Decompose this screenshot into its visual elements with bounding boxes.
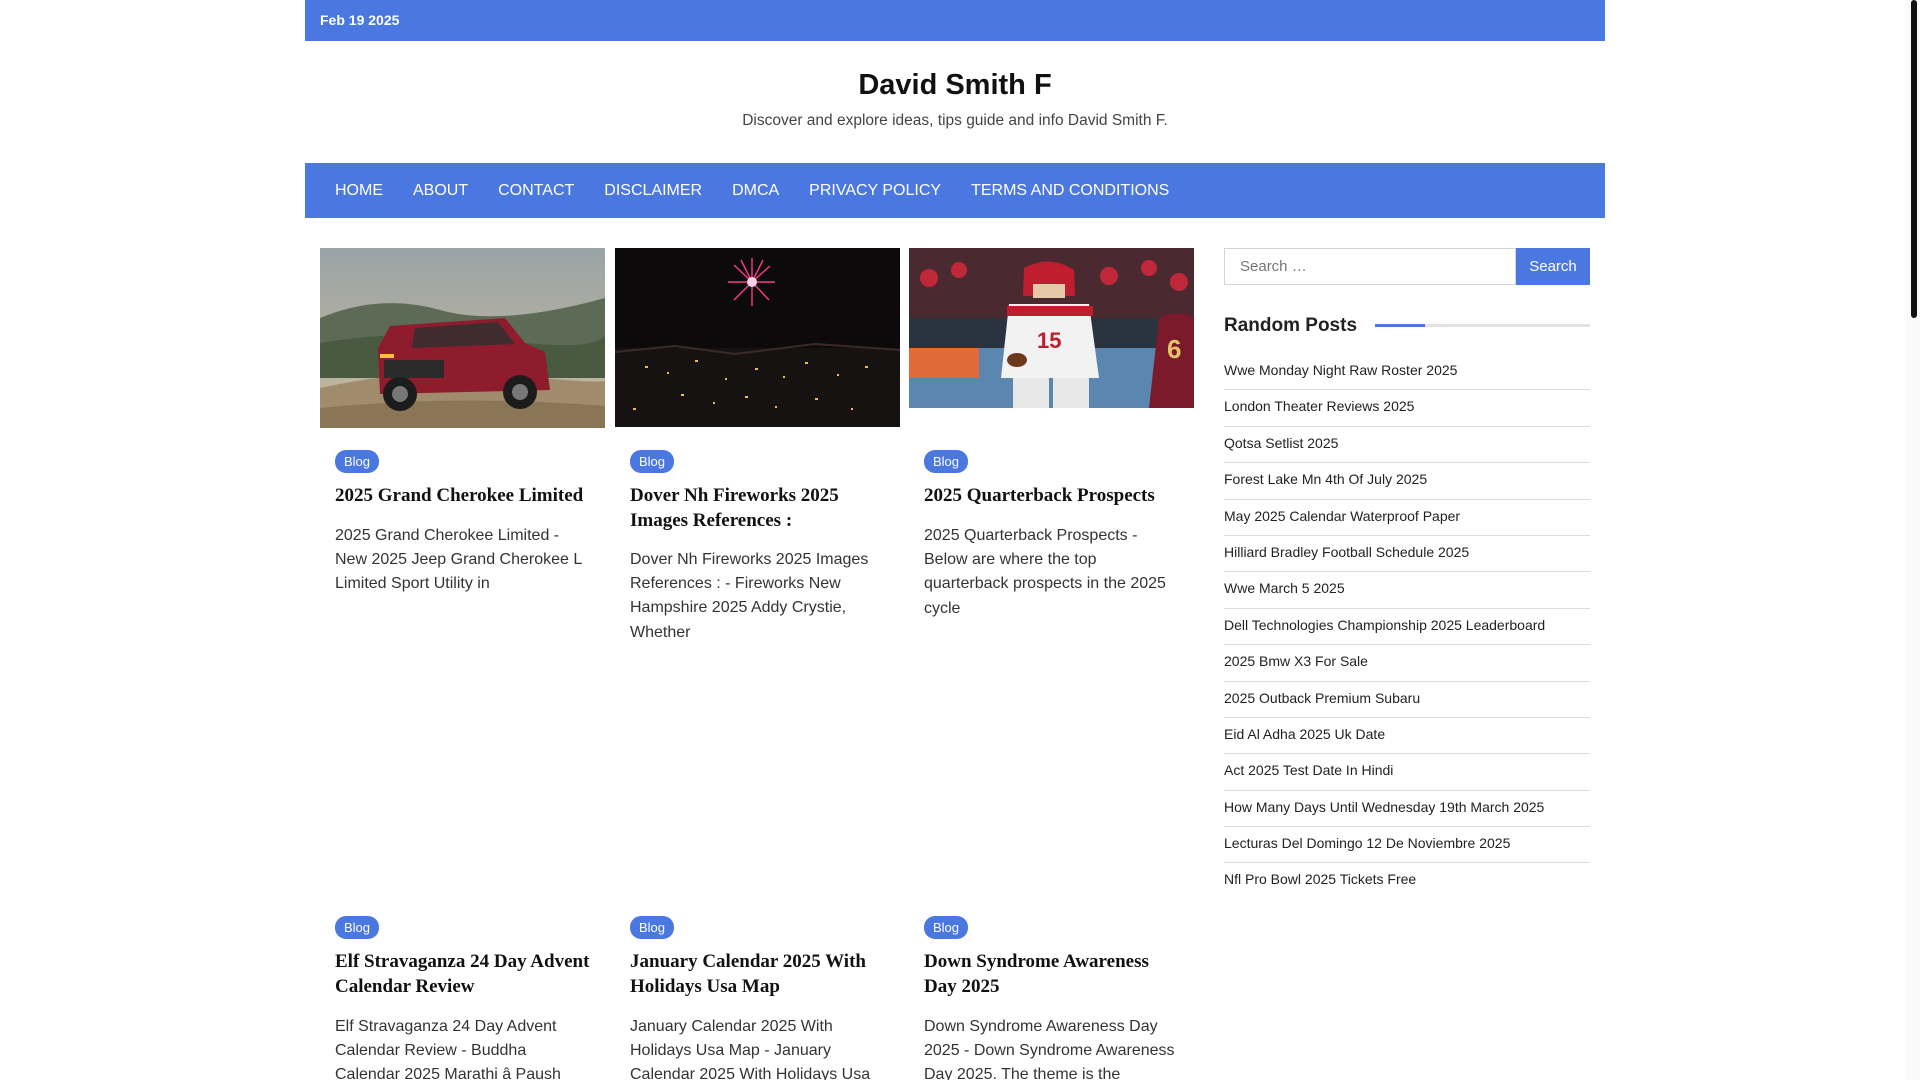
post-excerpt: Down Syndrome Awareness Day 2025 - Down … — [924, 1018, 1175, 1080]
random-post-link[interactable]: Wwe Monday Night Raw Roster 2025 — [1224, 354, 1590, 391]
post-excerpt: 2025 Grand Cherokee Limited - New 2025 J… — [335, 527, 582, 593]
random-post-link[interactable]: May 2025 Calendar Waterproof Paper — [1224, 500, 1590, 536]
fireworks-over-city-photo — [615, 248, 900, 427]
random-post-link[interactable]: 2025 Outback Premium Subaru — [1224, 682, 1590, 718]
random-post-link[interactable]: Wwe March 5 2025 — [1224, 572, 1590, 609]
post-excerpt: Dover Nh Fireworks 2025 Images Reference… — [630, 551, 869, 641]
category-badge[interactable]: Blog — [630, 450, 675, 473]
post-title[interactable]: 2025 Grand Cherokee Limited — [335, 484, 597, 509]
post-title[interactable]: January Calendar 2025 With Holidays Usa … — [630, 950, 892, 999]
random-post-link[interactable]: 2025 Bmw X3 For Sale — [1224, 645, 1590, 682]
search-input[interactable] — [1224, 248, 1516, 285]
random-post-link[interactable]: How Many Days Until Wednesday 19th March… — [1224, 791, 1590, 828]
site-description: Discover and explore ideas, tips guide a… — [742, 112, 1168, 129]
category-badge[interactable]: Blog — [335, 450, 380, 473]
post-excerpt: Elf Stravaganza 24 Day Advent Calendar R… — [335, 1018, 561, 1080]
scrollbar-thumb[interactable] — [1911, 0, 1917, 318]
top-bar: Feb 19 2025 — [305, 0, 1605, 41]
random-posts-list: Wwe Monday Night Raw Roster 2025 London … — [1224, 354, 1590, 900]
nav-home[interactable]: HOME — [320, 163, 398, 218]
random-post-link[interactable]: Act 2025 Test Date In Hindi — [1224, 754, 1590, 791]
site-branding: David Smith F Discover and explore ideas… — [305, 41, 1605, 163]
search-button[interactable]: Search — [1516, 248, 1590, 285]
category-badge[interactable]: Blog — [335, 916, 380, 939]
nav-about[interactable]: ABOUT — [398, 163, 483, 218]
page-scrollbar[interactable] — [1906, 0, 1920, 1080]
svg-text:15: 15 — [1037, 328, 1061, 353]
nav-terms-and-conditions[interactable]: TERMS AND CONDITIONS — [956, 163, 1184, 218]
post-title[interactable]: Down Syndrome Awareness Day 2025 — [924, 950, 1186, 999]
post-card: Blog Elf Stravaganza 24 Day Advent Calen… — [320, 916, 605, 1080]
post-excerpt: 2025 Quarterback Prospects - Below are w… — [924, 527, 1166, 617]
random-post-link[interactable]: Qotsa Setlist 2025 — [1224, 427, 1590, 464]
post-card: Blog January Calendar 2025 With Holidays… — [615, 916, 900, 1080]
category-badge[interactable]: Blog — [630, 916, 675, 939]
quarterback-photo: 15 6 — [909, 248, 1194, 408]
category-badge[interactable]: Blog — [924, 450, 969, 473]
post-card: Blog 2025 Grand Cherokee Limited 2025 Gr… — [320, 248, 605, 608]
post-title[interactable]: Elf Stravaganza 24 Day Advent Calendar R… — [335, 950, 597, 999]
random-post-link[interactable]: Nfl Pro Bowl 2025 Tickets Free — [1224, 863, 1590, 899]
random-post-link[interactable]: Lecturas Del Domingo 12 De Noviembre 202… — [1224, 827, 1590, 864]
post-card: Blog Dover Nh Fireworks 2025 Images Refe… — [615, 248, 900, 641]
random-post-link[interactable]: Eid Al Adha 2025 Uk Date — [1224, 718, 1590, 755]
nav-dmca[interactable]: DMCA — [717, 163, 794, 218]
post-card: Blog Down Syndrome Awareness Day 2025 Do… — [909, 916, 1194, 1080]
page-wrapper: Feb 19 2025 David Smith F Discover and e… — [305, 0, 1605, 1080]
nav-privacy-policy[interactable]: PRIVACY POLICY — [794, 163, 956, 218]
main-navigation: HOME ABOUT CONTACT DISCLAIMER DMCA PRIVA… — [305, 163, 1605, 218]
random-posts-heading: Random Posts — [1224, 315, 1358, 336]
post-thumbnail[interactable] — [615, 248, 900, 427]
random-post-link[interactable]: Forest Lake Mn 4th Of July 2025 — [1224, 463, 1590, 500]
category-badge[interactable]: Blog — [924, 916, 969, 939]
post-thumbnail[interactable]: 15 6 — [909, 248, 1194, 408]
svg-text:6: 6 — [1167, 334, 1181, 364]
post-card: 15 6 Blog 2025 Quarterback Prospects 202… — [909, 248, 1194, 617]
nav-contact[interactable]: CONTACT — [483, 163, 589, 218]
post-title[interactable]: 2025 Quarterback Prospects — [924, 484, 1186, 509]
post-title[interactable]: Dover Nh Fireworks 2025 Images Reference… — [630, 484, 892, 533]
red-suv-on-rock-photo — [320, 248, 605, 428]
post-excerpt: January Calendar 2025 With Holidays Usa … — [630, 1018, 871, 1080]
heading-divider-accent — [1375, 324, 1425, 327]
nav-disclaimer[interactable]: DISCLAIMER — [589, 163, 717, 218]
site-title[interactable]: David Smith F — [305, 69, 1605, 102]
post-thumbnail[interactable] — [320, 248, 605, 428]
random-post-link[interactable]: Dell Technologies Championship 2025 Lead… — [1224, 609, 1590, 646]
random-post-link[interactable]: Hilliard Bradley Football Schedule 2025 — [1224, 536, 1590, 573]
random-post-link[interactable]: London Theater Reviews 2025 — [1224, 390, 1590, 427]
current-date: Feb 19 2025 — [320, 12, 400, 28]
